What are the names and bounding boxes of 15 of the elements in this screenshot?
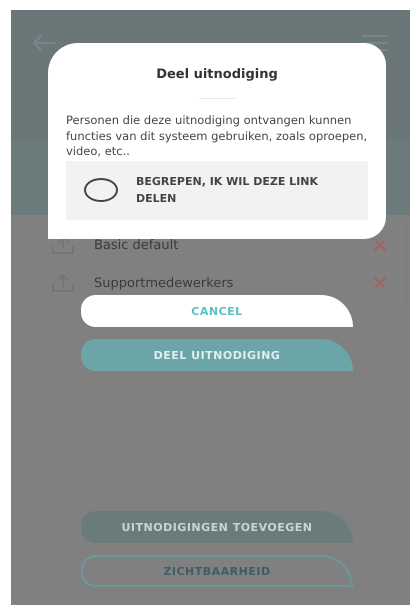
consent-label: BEGREPEN, IK WIL DEZE LINK DELEN	[136, 174, 320, 207]
dialog-title: Deel uitnodiging	[156, 67, 278, 82]
remove-icon[interactable]	[373, 238, 387, 252]
dialog-message: Personen die deze uitnodiging ontvangen kunnen functies van dit systeem gebruiken, zoals oproepen, video, etc..	[66, 113, 368, 160]
add-invitations-button[interactable]: UITNODIGINGEN TOEVOEGEN	[81, 511, 353, 543]
visibility-button[interactable]: ZICHTBAARHEID	[81, 555, 353, 587]
list-item-label: Supportmedewerkers	[94, 276, 234, 290]
share-button[interactable]: DEEL UITNODIGING	[81, 339, 353, 371]
remove-icon[interactable]	[373, 276, 387, 290]
radio-button[interactable]	[84, 178, 118, 202]
consent-option[interactable]: BEGREPEN, IK WIL DEZE LINK DELEN	[66, 160, 368, 220]
back-arrow-icon[interactable]	[33, 34, 57, 52]
cancel-button[interactable]: CANCEL	[81, 295, 353, 327]
upload-icon	[52, 236, 74, 254]
list-item-label: Basic default	[94, 238, 180, 252]
